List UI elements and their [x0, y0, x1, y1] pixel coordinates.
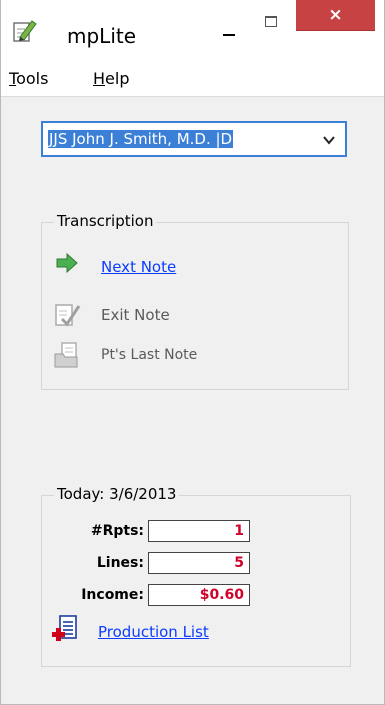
today-group-title: Today: 3/6/2013 [54, 485, 180, 503]
exit-note-button[interactable]: Exit Note [101, 306, 170, 324]
menu-help-label: elp [105, 69, 130, 88]
income-value: $0.60 [148, 584, 250, 606]
rpts-value: 1 [148, 520, 250, 542]
close-icon: × [328, 5, 343, 25]
menu-bar: Tools Help [1, 60, 384, 97]
menu-tools-accel: T [9, 69, 17, 88]
pencil-note-icon [11, 18, 37, 44]
minimize-button[interactable] [209, 12, 247, 42]
mplite-window: mpLite × Tools Help JJS John J. Smith, M… [0, 0, 385, 705]
transcription-group: Transcription Next Note Exit Note Pt's L… [41, 212, 349, 390]
menu-help[interactable]: Help [93, 69, 129, 88]
title-bar[interactable]: mpLite × [1, 0, 384, 60]
transcription-group-title: Transcription [54, 212, 157, 230]
lines-label: Lines: [96, 555, 144, 571]
chevron-down-icon[interactable] [322, 132, 336, 146]
lines-value: 5 [148, 552, 250, 574]
exit-note-icon [53, 300, 81, 332]
window-title: mpLite [67, 24, 137, 48]
income-label: Income: [81, 587, 144, 603]
production-list-icon [51, 614, 79, 648]
production-list-link[interactable]: Production List [98, 623, 209, 641]
green-arrow-icon [55, 252, 79, 277]
menu-tools[interactable]: Tools [9, 69, 48, 88]
folder-note-icon [53, 341, 81, 373]
menu-help-accel: H [93, 69, 106, 88]
rpts-label: #Rpts: [90, 523, 144, 539]
maximize-button[interactable] [255, 10, 289, 38]
close-button[interactable]: × [296, 0, 375, 31]
today-group: Today: 3/6/2013 #Rpts: 1 Lines: 5 Income… [41, 485, 351, 667]
menu-tools-label: ools [16, 69, 49, 88]
doctor-select-value: JJS John J. Smith, M.D. |D [48, 130, 234, 148]
doctor-select[interactable]: JJS John J. Smith, M.D. |D [41, 121, 347, 157]
pts-last-note-button[interactable]: Pt's Last Note [101, 347, 197, 363]
next-note-link[interactable]: Next Note [101, 258, 176, 276]
